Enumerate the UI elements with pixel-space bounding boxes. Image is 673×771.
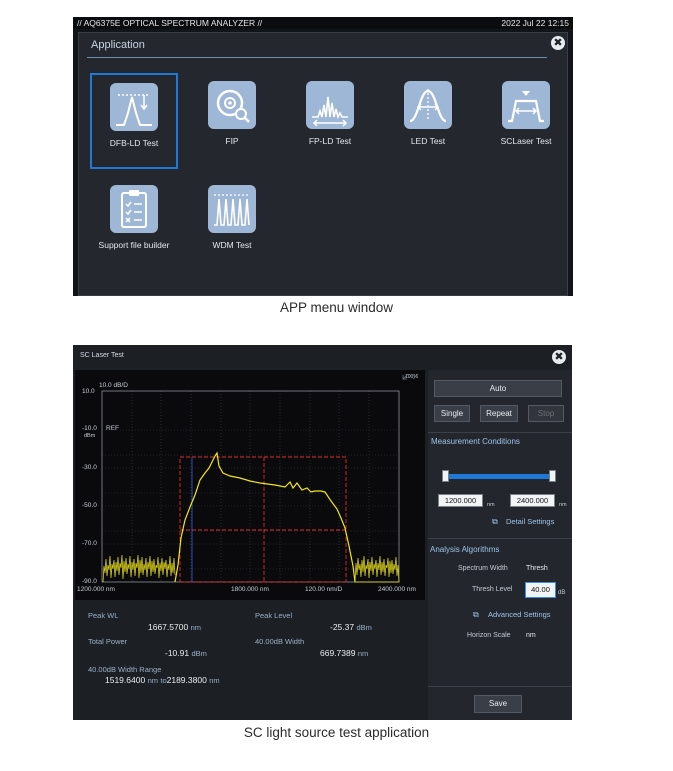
dfb-ld-icon [110,83,158,131]
page: // AQ6375E OPTICAL SPECTRUM ANALYZER // … [0,0,673,771]
noise-floor-right [354,555,400,583]
thresh-level-unit: dB [558,590,566,596]
total-power-label: Total Power [88,637,128,646]
app-tile-sclaser[interactable]: SCLaser Test [482,73,570,169]
app-tile-wdm[interactable]: WDM Test [188,177,276,273]
plot-frame [101,390,400,583]
stop-unit: nm [559,502,567,508]
x-start-label: 1200.000 nm [77,586,115,593]
window-title: SC Laser Test [80,352,124,359]
stop-button[interactable]: Stop [528,405,564,422]
fp-ld-icon [306,81,354,129]
stop-wavelength-input[interactable]: 2400.000 [510,494,555,507]
app-label: DFB-LD Test [109,138,159,148]
spectrum-width-value[interactable]: Thresh [526,565,548,572]
peak-wl-value: 1667.5700 nm [148,622,201,632]
sclaser-icon [502,81,550,129]
app-tile-support-file-builder[interactable]: Support file builder [90,177,178,273]
noise-floor-left [102,554,176,583]
application-dialog: Application ✖ DFB-LD Test FIP FP-LD Test… [78,32,568,296]
repeat-button[interactable]: Repeat [480,405,518,422]
start-unit: nm [487,502,495,508]
peak-level-value: -25.37 dBm [330,622,372,632]
range-slider-track [446,474,552,479]
horizon-scale-value[interactable]: nm [526,632,536,639]
wdm-icon [208,185,256,233]
analysis-markers [179,456,347,583]
divider [428,686,572,687]
results-panel: Peak WL 1667.5700 nm Peak Level -25.37 d… [75,603,425,718]
instrument-title: // AQ6375E OPTICAL SPECTRUM ANALYZER // [77,18,263,28]
spectrum-chart-panel: 10.0 dB/D 10.0 -10.0 dBm REF -30.0 -50.0… [75,370,425,600]
width-label: 40.00dB Width [255,637,305,646]
caption-sc-test: SC light source test application [243,725,430,740]
spectrum-trace [174,451,356,583]
horizon-scale-label: Horizon Scale [467,632,511,639]
app-label: SCLaser Test [500,136,552,146]
peak-level-label: Peak Level [255,611,293,620]
single-button[interactable]: Single [434,405,470,422]
divider [428,432,572,433]
start-wavelength-input[interactable]: 1200.000 [438,494,483,507]
led-icon [404,81,452,129]
thresh-level-label: Thresh Level [472,586,513,593]
divider [428,538,572,539]
dialog-title: Application [91,39,145,51]
total-power-value: -10.91 dBm [165,648,207,658]
sc-laser-test-window: SC Laser Test ✖ 10.0 dB/D 10.0 -10.0 dBm… [73,345,572,720]
app-menu-window: // AQ6375E OPTICAL SPECTRUM ANALYZER // … [73,17,573,296]
save-button[interactable]: Save [474,695,522,713]
spectrum-plot [101,373,419,583]
advanced-settings-link[interactable]: Advanced Settings [488,610,551,619]
zoom-icon [402,373,419,380]
thresh-level-input[interactable]: 40.00 [525,582,556,598]
measurement-conditions-title: Measurement Conditions [431,437,520,446]
app-tile-fip[interactable]: FIP [188,73,276,169]
x-center-label: 1800.000 nm [231,586,269,593]
advanced-settings-icon[interactable]: ⧉ [473,610,479,620]
status-bar: // AQ6375E OPTICAL SPECTRUM ANALYZER // … [73,17,573,29]
detail-settings-icon[interactable]: ⧉ [492,517,498,527]
range-slider-start-handle[interactable] [442,470,449,482]
app-label: FIP [225,136,239,146]
detail-settings-link[interactable]: Detail Settings [506,517,554,526]
plot-grid [102,391,399,582]
spectrum-width-label: Spectrum Width [458,565,508,572]
range-slider-stop-handle[interactable] [549,470,556,482]
width-range-value: 1519.6400 nm to2189.3800 nm [105,675,220,685]
x-stop-label: 2400.000 nm [378,586,416,593]
x-span-label: 120.00 nm/D [305,586,343,593]
caption-app-menu: APP menu window [279,300,394,315]
width-value: 669.7389 nm [320,648,369,658]
app-tile-fp-ld[interactable]: FP-LD Test [286,73,374,169]
app-tile-dfb-ld[interactable]: DFB-LD Test [90,73,178,169]
app-label: Support file builder [98,240,170,250]
app-label: WDM Test [212,240,252,250]
app-label: FP-LD Test [308,136,352,146]
auto-button[interactable]: Auto [434,380,562,397]
app-tile-led[interactable]: LED Test [384,73,472,169]
support-file-icon [110,185,158,233]
analysis-algorithms-title: Analysis Algorithms [430,545,500,554]
width-range-label: 40.00dB Width Range [88,665,162,674]
fip-icon [208,81,256,129]
close-icon[interactable]: ✖ [551,36,565,50]
app-label: LED Test [410,136,446,146]
close-icon[interactable]: ✖ [552,350,566,364]
control-side-panel: Auto Single Repeat Stop Measurement Cond… [428,370,572,720]
status-datetime: 2022 Jul 22 12:15 [501,18,569,28]
title-underline [87,57,547,58]
peak-wl-label: Peak WL [88,611,119,620]
